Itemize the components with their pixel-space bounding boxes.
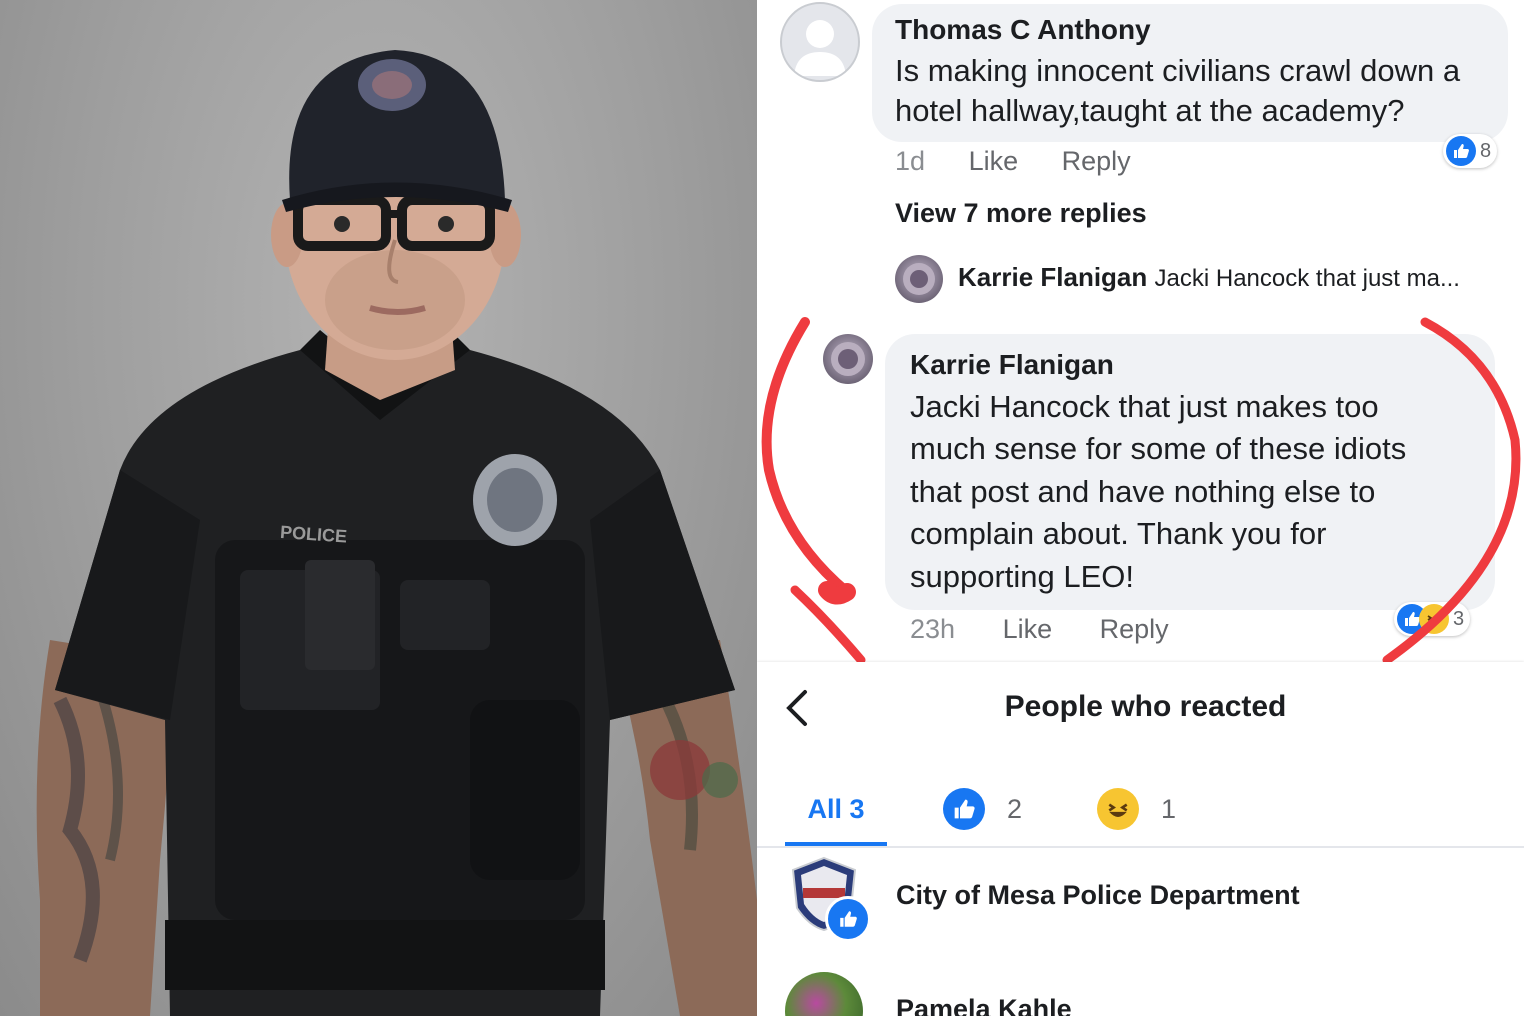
thomas-anthony-avatar[interactable]	[780, 2, 860, 82]
dialog-title: People who reacted	[1004, 690, 1287, 723]
comment-actions: 1d Like Reply	[895, 146, 1131, 177]
comment-timestamp: 23h	[910, 614, 956, 644]
like-icon	[1446, 136, 1476, 166]
karrie-flanigan-avatar-small[interactable]	[895, 255, 943, 303]
like-icon	[943, 788, 985, 830]
like-count: 2	[1007, 793, 1023, 824]
comment-actions: 23h Like Reply	[910, 614, 1169, 645]
police-badge-icon	[831, 342, 865, 376]
default-profile-icon	[794, 20, 846, 76]
reactor-name: Pamela Kahle	[896, 994, 1072, 1016]
karrie-flanigan-avatar[interactable]	[823, 334, 873, 384]
reaction-tabs: All 3 2 1	[757, 772, 1524, 846]
tab-all[interactable]: All 3	[785, 772, 887, 846]
pamela-kahle-avatar	[785, 972, 863, 1016]
comment-author[interactable]: Thomas C Anthony	[895, 14, 1151, 46]
officer-photo: POLICE	[0, 0, 757, 1016]
officer-illustration: POLICE	[36, 50, 757, 1016]
comment-text-line: complain about. Thank you for	[910, 516, 1327, 551]
reply-button[interactable]: Reply	[1062, 146, 1131, 176]
comment-text-line: Jacki Hancock that just makes too	[910, 389, 1379, 424]
like-button[interactable]: Like	[1003, 614, 1053, 644]
comment-author[interactable]: Karrie Flanigan	[910, 349, 1114, 381]
police-badge-icon	[903, 263, 935, 295]
divider	[757, 846, 1524, 848]
people-who-reacted-dialog: People who reacted All 3 2 1 City of Mes…	[757, 662, 1524, 1016]
tab-like[interactable]: 2	[943, 772, 1022, 846]
reactor-list-item[interactable]: Pamela Kahle	[757, 972, 1524, 1016]
reply-preview-author: Karrie Flanigan	[958, 262, 1148, 292]
comment-text-line: much sense for some of these idiots	[910, 431, 1407, 466]
reaction-count: 8	[1480, 139, 1492, 162]
reaction-summary[interactable]: 8	[1443, 134, 1498, 168]
comment-text-line: hotel hallway,taught at the academy?	[895, 93, 1405, 128]
like-badge-icon	[825, 896, 871, 942]
comment-text-line: that post and have nothing else to	[910, 474, 1376, 509]
reply-button[interactable]: Reply	[1100, 614, 1169, 644]
haha-icon	[1097, 788, 1139, 830]
tab-haha[interactable]: 1	[1097, 772, 1176, 846]
reply-preview[interactable]: Karrie Flanigan Jacki Hancock that just …	[958, 262, 1460, 293]
reply-preview-text: Jacki Hancock that just ma...	[1154, 265, 1460, 292]
view-more-replies-link[interactable]: View 7 more replies	[895, 198, 1147, 229]
haha-icon	[1419, 604, 1449, 634]
comment-timestamp: 1d	[895, 146, 926, 176]
reactor-name: City of Mesa Police Department	[896, 880, 1300, 910]
haha-count: 1	[1161, 793, 1177, 824]
facebook-comments-panel: Thomas C Anthony Is making innocent civi…	[757, 0, 1524, 1016]
like-button[interactable]: Like	[969, 146, 1019, 176]
reaction-summary[interactable]: 3	[1394, 602, 1471, 636]
reactor-list-item[interactable]: City of Mesa Police Department	[757, 856, 1524, 946]
comment-text-line: Is making innocent civilians crawl down …	[895, 53, 1461, 88]
reaction-count: 3	[1453, 607, 1465, 630]
comment-text-line: supporting LEO!	[910, 559, 1135, 594]
